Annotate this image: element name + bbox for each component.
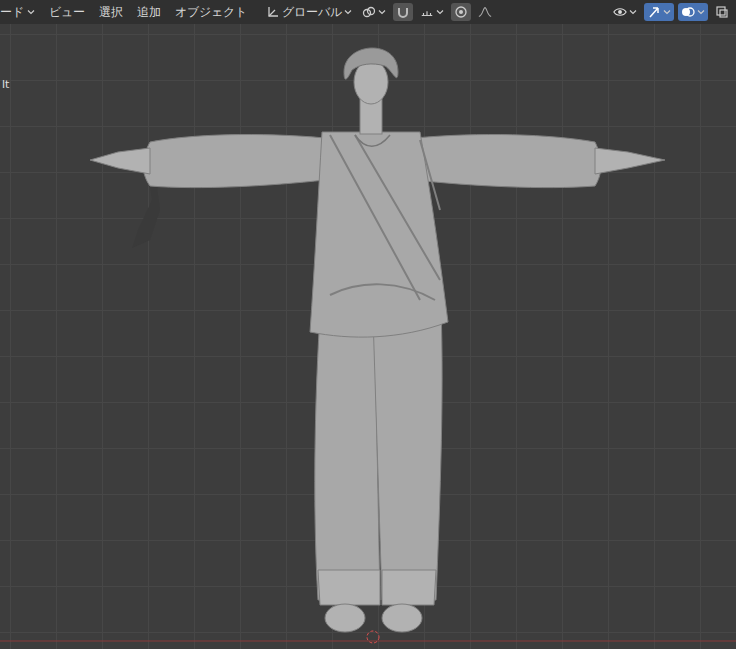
increment-icon	[420, 5, 434, 19]
chevron-icon	[27, 9, 35, 15]
snap-button[interactable]	[393, 3, 413, 21]
falloff-dropdown[interactable]	[475, 3, 495, 21]
overlays-icon	[681, 5, 695, 19]
viewport-toggles	[610, 3, 732, 21]
menu-item[interactable]: 選択	[99, 2, 123, 23]
menu-item[interactable]: ビュー	[49, 2, 85, 23]
chevron-icon	[697, 9, 705, 15]
gizmo-icon	[647, 5, 661, 19]
viewport-toggle[interactable]	[678, 3, 708, 21]
menu-item[interactable]: 追加	[137, 2, 161, 23]
pivot-dropdown[interactable]	[359, 3, 389, 21]
menu-item[interactable]: オブジェクト	[175, 2, 247, 23]
menu-bar: ードビュー選択追加オブジェクト	[0, 2, 247, 23]
viewport-toggle[interactable]	[610, 3, 640, 21]
transform-tools: グローバル	[263, 2, 495, 23]
snap-target-dropdown[interactable]	[417, 3, 447, 21]
viewport-toggle[interactable]	[712, 3, 732, 21]
proportional-icon	[454, 5, 468, 19]
proportional-edit-button[interactable]	[451, 3, 471, 21]
axes-icon	[266, 5, 280, 19]
menu-item[interactable]: ード	[0, 2, 35, 23]
magnet-icon	[396, 5, 410, 19]
chevron-icon	[436, 9, 444, 15]
character-model[interactable]	[0, 24, 736, 649]
orientation-dropdown[interactable]: グローバル	[263, 2, 355, 23]
viewport-info-text: lt	[2, 78, 9, 91]
falloff-icon	[478, 5, 492, 19]
chevron-icon	[378, 9, 386, 15]
chevron-icon	[663, 9, 671, 15]
3d-viewport[interactable]: lt	[0, 24, 736, 649]
xray-icon	[715, 5, 729, 19]
eye-icon	[613, 5, 627, 19]
chevron-icon	[629, 9, 637, 15]
viewport-toggle[interactable]	[644, 3, 674, 21]
link-icon	[362, 5, 376, 19]
blender-window: ードビュー選択追加オブジェクトグローバル lt	[0, 0, 736, 649]
viewport-header: ードビュー選択追加オブジェクトグローバル	[0, 0, 736, 24]
chevron-icon	[344, 9, 352, 15]
